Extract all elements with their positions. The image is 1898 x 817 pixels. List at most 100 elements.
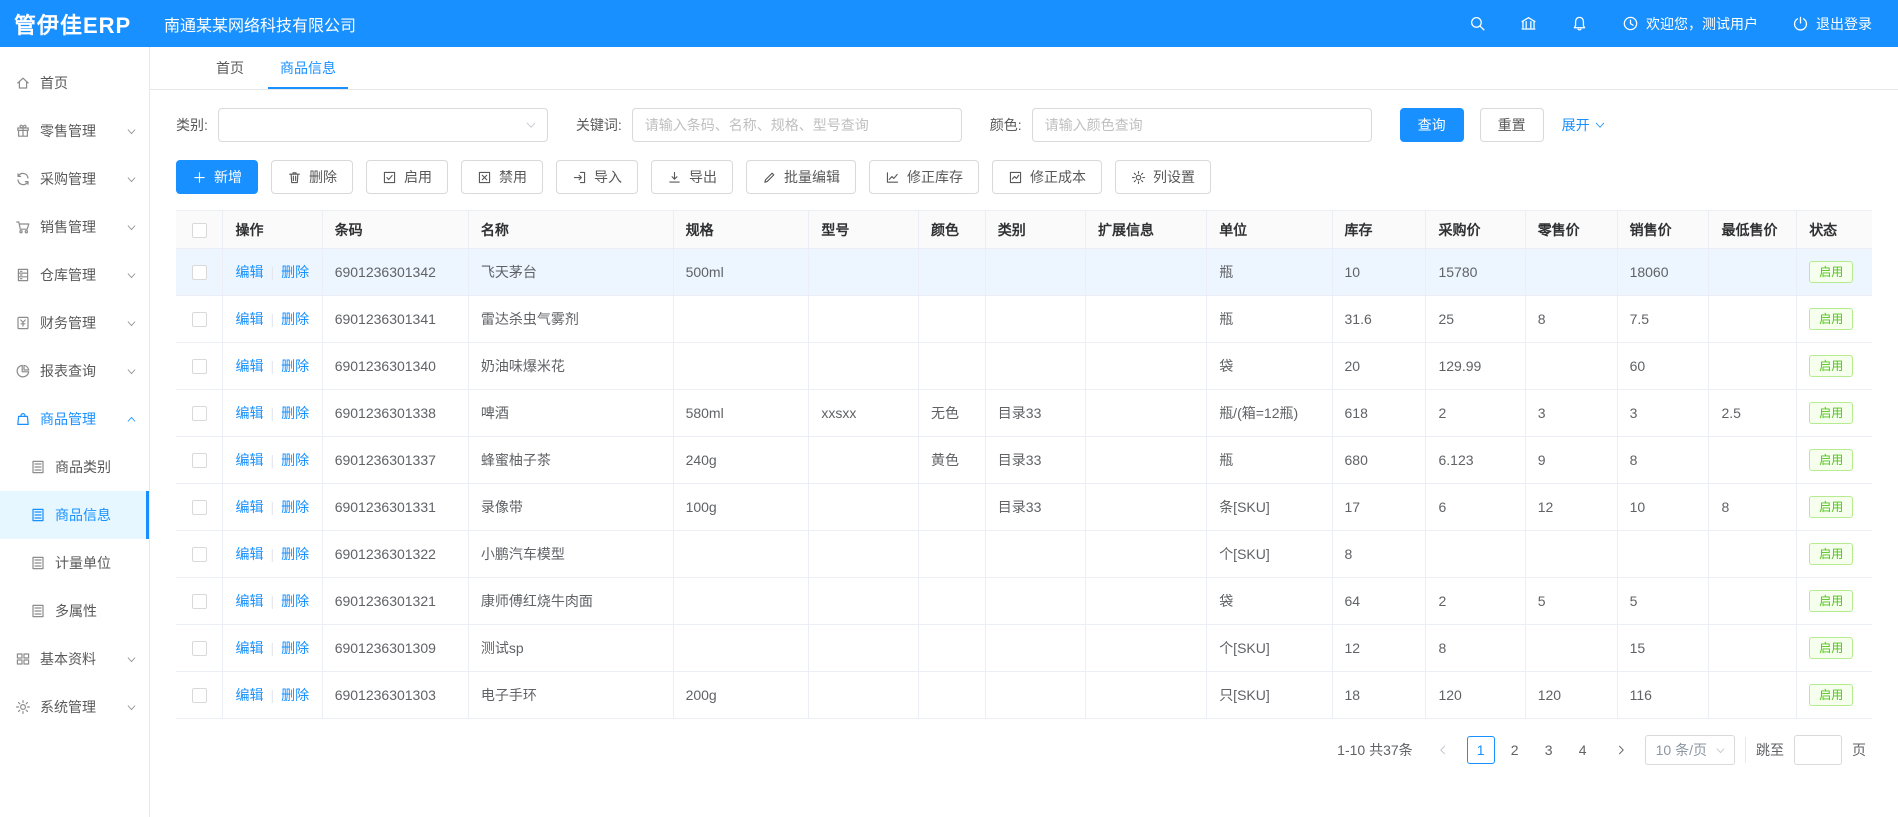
edit-link[interactable]: 编辑 (235, 405, 263, 421)
row-checkbox[interactable] (192, 594, 207, 609)
export-button[interactable]: 导出 (651, 160, 733, 194)
delete-link[interactable]: 删除 (281, 546, 309, 562)
row-checkbox[interactable] (192, 359, 207, 374)
edit-link[interactable]: 编辑 (235, 358, 263, 374)
cell-spec: 500ml (673, 249, 809, 296)
sidebar-item-label: 商品管理 (40, 409, 126, 429)
cell-name: 康师傅红烧牛肉面 (468, 578, 673, 625)
cell-status: 启用 (1797, 343, 1872, 390)
disable-button[interactable]: 禁用 (461, 160, 543, 194)
sidebar-item-warehouse[interactable]: 仓库管理 (0, 251, 149, 299)
edit-link[interactable]: 编辑 (235, 499, 263, 515)
batch-edit-button[interactable]: 批量编辑 (746, 160, 856, 194)
sidebar-item-products[interactable]: 商品管理 (0, 395, 149, 443)
search-submit-button[interactable]: 查询 (1400, 108, 1464, 142)
row-checkbox[interactable] (192, 312, 207, 327)
cell-name: 奶油味爆米花 (468, 343, 673, 390)
edit-link[interactable]: 编辑 (235, 452, 263, 468)
row-checkbox[interactable] (192, 453, 207, 468)
column-header: 型号 (809, 211, 919, 249)
cell-model (809, 343, 919, 390)
pagination-summary: 1-10 共37条 (1337, 740, 1412, 760)
page-button-3[interactable]: 3 (1535, 736, 1563, 764)
delete-link[interactable]: 删除 (281, 358, 309, 374)
sidebar-item-sales[interactable]: 销售管理 (0, 203, 149, 251)
delete-link[interactable]: 删除 (281, 405, 309, 421)
column-settings-button[interactable]: 列设置 (1115, 160, 1211, 194)
add-button[interactable]: 新增 (176, 160, 258, 194)
edit-link[interactable]: 编辑 (235, 264, 263, 280)
logout-button[interactable]: 退出登录 (1792, 14, 1872, 34)
grid-icon (15, 651, 31, 667)
welcome-user[interactable]: 欢迎您，测试用户 (1622, 14, 1758, 34)
sidebar-item-label: 采购管理 (40, 169, 126, 189)
tab-product-info[interactable]: 商品信息 (262, 47, 354, 89)
row-checkbox[interactable] (192, 406, 207, 421)
category-select[interactable] (218, 108, 548, 142)
delete-link[interactable]: 删除 (281, 311, 309, 327)
edit-link[interactable]: 编辑 (235, 311, 263, 327)
sidebar-item-retail[interactable]: 零售管理 (0, 107, 149, 155)
sidebar-item-purchase[interactable]: 采购管理 (0, 155, 149, 203)
cell-ext (1086, 296, 1207, 343)
import-button[interactable]: 导入 (556, 160, 638, 194)
tab-home[interactable]: 首页 (198, 47, 262, 89)
edit-link[interactable]: 编辑 (235, 593, 263, 609)
clock-icon (1622, 15, 1639, 32)
row-checkbox[interactable] (192, 547, 207, 562)
next-page-button[interactable] (1607, 736, 1635, 764)
search-button[interactable] (1469, 15, 1486, 32)
enable-button[interactable]: 启用 (366, 160, 448, 194)
sidebar-item-system[interactable]: 系统管理 (0, 683, 149, 731)
fix-stock-button[interactable]: 修正库存 (869, 160, 979, 194)
sidebar-item-product-info[interactable]: 商品信息 (0, 491, 149, 539)
power-icon (1792, 15, 1809, 32)
delete-link[interactable]: 删除 (281, 264, 309, 280)
sidebar-item-product-category[interactable]: 商品类别 (0, 443, 149, 491)
fix-cost-button[interactable]: 修正成本 (992, 160, 1102, 194)
color-input[interactable] (1032, 108, 1372, 142)
edit-link[interactable]: 编辑 (235, 546, 263, 562)
delete-button[interactable]: 删除 (271, 160, 353, 194)
row-checkbox[interactable] (192, 265, 207, 280)
sidebar-item-finance[interactable]: 财务管理 (0, 299, 149, 347)
delete-link[interactable]: 删除 (281, 593, 309, 609)
chevron-down-icon (126, 654, 137, 665)
delete-link[interactable]: 删除 (281, 640, 309, 656)
cell-stock: 680 (1332, 437, 1426, 484)
edit-link[interactable]: 编辑 (235, 640, 263, 656)
sidebar-item-reports[interactable]: 报表查询 (0, 347, 149, 395)
row-checkbox[interactable] (192, 500, 207, 515)
notification-button[interactable] (1571, 15, 1588, 32)
sidebar-item-measure-unit[interactable]: 计量单位 (0, 539, 149, 587)
chevron-down-icon (126, 126, 137, 137)
page-button-1[interactable]: 1 (1467, 736, 1495, 764)
page-button-4[interactable]: 4 (1569, 736, 1597, 764)
sidebar-item-basic-data[interactable]: 基本资料 (0, 635, 149, 683)
select-all-checkbox[interactable] (192, 223, 207, 238)
sidebar-item-multi-attribute[interactable]: 多属性 (0, 587, 149, 635)
delete-link[interactable]: 删除 (281, 499, 309, 515)
sidebar-item-home[interactable]: 首页 (0, 59, 149, 107)
jump-page-input[interactable] (1794, 735, 1842, 765)
jump-label: 跳至 (1756, 740, 1784, 760)
cell-stock: 18 (1332, 672, 1426, 719)
page-size-select[interactable]: 10 条/页 (1645, 735, 1735, 765)
cell-ext (1086, 249, 1207, 296)
delete-link[interactable]: 删除 (281, 687, 309, 703)
row-checkbox[interactable] (192, 688, 207, 703)
keyword-input[interactable] (632, 108, 962, 142)
cell-unit: 条[SKU] (1207, 484, 1332, 531)
bank-button[interactable] (1520, 15, 1537, 32)
prev-page-button[interactable] (1429, 736, 1457, 764)
trash-icon (287, 170, 302, 185)
delete-link[interactable]: 删除 (281, 452, 309, 468)
reset-button[interactable]: 重置 (1480, 108, 1544, 142)
edit-link[interactable]: 编辑 (235, 687, 263, 703)
page-button-2[interactable]: 2 (1501, 736, 1529, 764)
expand-filters-link[interactable]: 展开 (1562, 115, 1606, 135)
cell-category: 目录33 (985, 484, 1085, 531)
column-header: 最低售价 (1709, 211, 1797, 249)
sidebar-item-label: 销售管理 (40, 217, 126, 237)
row-checkbox[interactable] (192, 641, 207, 656)
